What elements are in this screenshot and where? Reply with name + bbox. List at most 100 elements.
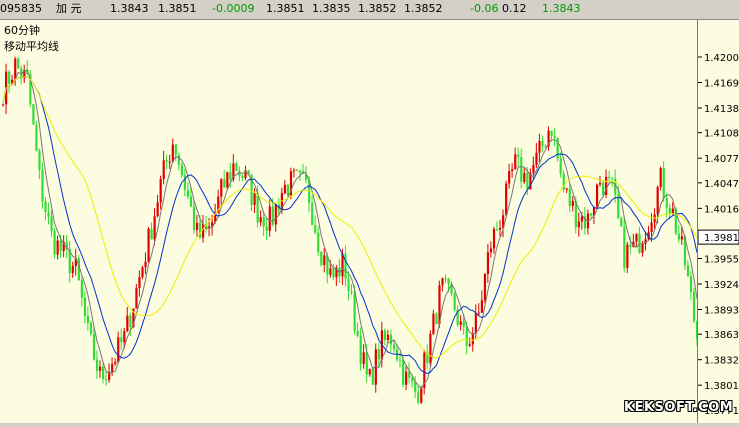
y-tick-label: 1.3832 — [704, 356, 739, 367]
candle — [477, 303, 480, 317]
candle — [23, 64, 26, 84]
candle — [83, 290, 87, 324]
y-tick: 1.4200 — [698, 53, 739, 64]
candles — [2, 56, 699, 405]
candle — [568, 184, 571, 213]
y-tick: 1.4169 — [698, 79, 739, 90]
candle — [468, 337, 471, 347]
candle — [565, 187, 568, 194]
y-tick-label: 1.4047 — [704, 179, 739, 190]
candle — [314, 215, 317, 235]
candle — [162, 150, 165, 185]
y-tick: 1.3832 — [698, 356, 739, 367]
candle — [192, 199, 196, 234]
candle — [562, 170, 565, 193]
candle — [598, 176, 602, 187]
y-tick: 1.4016 — [698, 204, 739, 215]
y-tick: 1.3924 — [698, 280, 739, 291]
candle — [268, 199, 271, 237]
candle — [283, 179, 287, 195]
candle — [80, 276, 83, 307]
candle — [44, 197, 47, 221]
y-tick: 1.3863 — [698, 330, 739, 341]
chart-window: 095835 加 元 1.3843 1.3851 -0.0009 1.3851 … — [0, 0, 739, 423]
ma-mid-line — [2, 76, 698, 375]
y-tick-label: 1.3801 — [704, 381, 739, 392]
candle — [223, 169, 226, 188]
candle — [56, 235, 59, 260]
candle — [492, 226, 496, 254]
candle — [459, 315, 462, 331]
candle — [386, 330, 390, 344]
candle — [17, 57, 20, 70]
candle — [432, 309, 435, 336]
candle — [344, 245, 347, 287]
candle — [35, 120, 38, 152]
candle — [359, 327, 362, 371]
candle — [647, 225, 650, 241]
candle — [171, 138, 174, 163]
candle — [117, 331, 120, 365]
candle — [689, 271, 693, 300]
candle — [586, 209, 590, 235]
candle — [502, 209, 505, 238]
candle — [41, 162, 44, 209]
candle — [483, 273, 487, 304]
last-value: 1.3852 — [404, 2, 443, 15]
quote-bar: 095835 加 元 1.3843 1.3851 -0.0009 1.3851 … — [0, 0, 739, 20]
y-tick-label: 1.4016 — [704, 204, 739, 215]
candle — [180, 162, 183, 178]
candle — [350, 284, 353, 296]
candle — [686, 260, 690, 277]
candle — [105, 370, 108, 386]
y-tick-label: 1.3924 — [704, 280, 739, 291]
candle — [374, 343, 377, 393]
candle — [559, 152, 562, 178]
price-value: 1.3843 — [110, 2, 149, 15]
y-tick-label: 1.4200 — [704, 53, 739, 64]
candle — [505, 180, 508, 216]
candle — [289, 167, 293, 200]
candle — [259, 210, 262, 227]
plot-area[interactable]: 60分钟 移动平均线 — [0, 20, 699, 423]
current-price-label: 1.3981 — [704, 233, 739, 244]
candle — [547, 126, 550, 151]
y-tick-label: 1.4077 — [704, 154, 739, 165]
candle — [241, 174, 244, 182]
candle — [405, 365, 408, 391]
candle — [511, 163, 514, 178]
candle — [86, 306, 90, 331]
y-tick-label: 1.4108 — [704, 129, 739, 140]
open-value: 1.3851 — [266, 2, 305, 15]
high-value: 1.3852 — [358, 2, 397, 15]
y-tick-label: 1.3893 — [704, 306, 739, 317]
candle — [538, 133, 541, 162]
candle — [32, 104, 35, 125]
candle — [626, 241, 629, 274]
candle — [426, 343, 429, 370]
price-value-2: 1.3851 — [158, 2, 197, 15]
candle — [508, 163, 511, 189]
candle — [74, 248, 77, 276]
candle — [141, 265, 144, 280]
candle — [50, 210, 53, 237]
candle — [53, 227, 56, 259]
candle — [605, 169, 608, 198]
candle — [323, 247, 326, 273]
candle — [98, 360, 102, 378]
candle — [444, 274, 447, 284]
candle — [520, 148, 523, 189]
candle — [8, 70, 11, 93]
candle — [692, 287, 696, 324]
candle — [453, 292, 456, 312]
candle — [120, 328, 123, 351]
y-tick: 1.4077 — [698, 154, 739, 165]
y-tick-label: 1.4169 — [704, 79, 739, 90]
candlestick-chart — [2, 56, 699, 405]
y-tick: 1.3801 — [698, 381, 739, 392]
candle — [292, 168, 296, 178]
candle — [295, 168, 299, 172]
y-tick-label: 1.3955 — [704, 255, 739, 266]
candle — [238, 166, 241, 182]
percent-change: -0.06 — [470, 2, 499, 15]
